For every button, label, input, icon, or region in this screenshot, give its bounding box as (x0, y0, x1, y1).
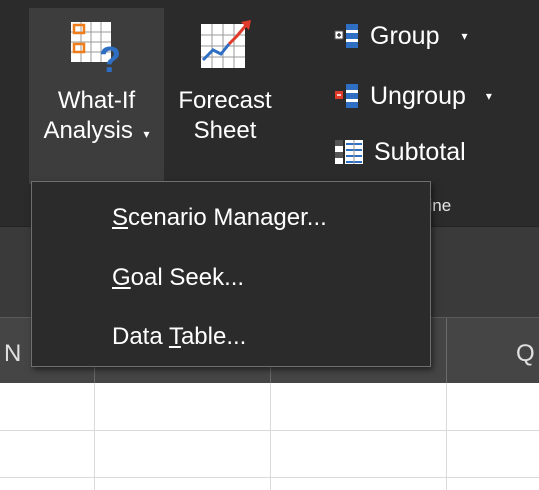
group-button[interactable]: Group ▾ (334, 18, 468, 54)
accelerator-key: G (112, 264, 131, 291)
worksheet-grid[interactable] (0, 383, 539, 490)
what-if-analysis-icon: ? (70, 22, 121, 80)
menu-item-label: able... (180, 323, 247, 350)
svg-text:?: ? (99, 39, 121, 76)
subtotal-label: Subtotal (374, 137, 466, 166)
menu-item-label: oal Seek... (130, 264, 245, 291)
menu-item-label: Data (112, 323, 169, 350)
data-table-menu-item[interactable]: Data Table... (112, 323, 246, 351)
column-header-n[interactable]: N (4, 340, 21, 368)
group-label: Group (370, 21, 440, 50)
chevron-down-icon[interactable]: ▾ (461, 29, 467, 43)
grid-line (0, 430, 539, 431)
what-if-label-line2: Analysis ▾ (43, 117, 150, 144)
subtotal-icon (335, 140, 363, 164)
column-separator (446, 318, 447, 384)
ungroup-button[interactable]: Ungroup ▾ (334, 78, 492, 114)
chevron-down-icon[interactable]: ▾ (486, 89, 492, 103)
forecast-sheet-button[interactable]: Forecast Sheet (166, 8, 284, 184)
accelerator-key: T (168, 323, 181, 350)
what-if-label-line1: What-If (57, 87, 136, 114)
chevron-down-icon: ▾ (143, 127, 150, 141)
grid-line (0, 477, 539, 478)
grid-line (446, 383, 447, 490)
forecast-chart-icon (201, 20, 251, 68)
forecast-label-line2: Sheet (193, 117, 257, 144)
ungroup-label: Ungroup (370, 81, 466, 110)
what-if-analysis-button[interactable]: ? What-If Analysis ▾ (29, 8, 164, 184)
subtotal-button[interactable]: Subtotal (334, 134, 466, 170)
menu-item-label: cenario Manager... (128, 204, 327, 231)
grid-line (94, 383, 95, 490)
accelerator-key: S (112, 204, 129, 231)
group-icon (334, 24, 358, 48)
what-if-analysis-menu: Scenario Manager... Goal Seek... Data Ta… (31, 181, 431, 367)
forecast-label-line1: Forecast (178, 87, 272, 114)
ungroup-icon (335, 84, 358, 108)
goal-seek-menu-item[interactable]: Goal Seek... (112, 264, 244, 292)
column-header-q[interactable]: Q (516, 340, 535, 368)
scenario-manager-menu-item[interactable]: Scenario Manager... (112, 204, 327, 232)
grid-line (270, 383, 271, 490)
